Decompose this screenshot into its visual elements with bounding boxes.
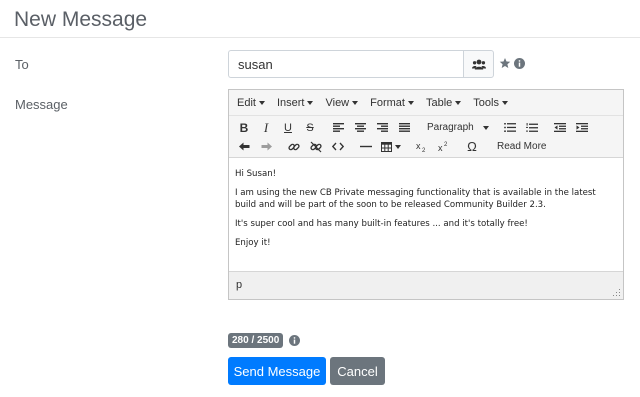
content-paragraph: I am using the new CB Private messaging …: [235, 188, 596, 210]
to-input[interactable]: [228, 50, 463, 78]
to-extras: [499, 57, 525, 69]
insert-link-button[interactable]: [283, 137, 305, 156]
caret-down-icon: [258, 100, 265, 105]
italic-button[interactable]: I: [255, 118, 277, 137]
horizontal-line-button[interactable]: [355, 137, 377, 156]
table-icon: [381, 141, 392, 152]
redo-button[interactable]: [255, 137, 277, 156]
info-icon[interactable]: [514, 57, 525, 69]
editor-content[interactable]: Hi Susan! I am using the new CB Private …: [229, 158, 623, 271]
undo-icon: [238, 142, 249, 151]
superscript-button[interactable]: x2: [433, 137, 455, 156]
outdent-button[interactable]: [549, 118, 571, 137]
content-paragraph: Hi Susan!: [235, 169, 277, 179]
menu-table[interactable]: Table: [421, 97, 466, 109]
superscript-icon: x2: [438, 142, 448, 152]
read-more-button[interactable]: Read More: [489, 137, 554, 156]
caret-down-icon: [483, 125, 489, 130]
align-right-button[interactable]: [371, 118, 393, 137]
toolbar-row-1: B I U S Paragraph: [233, 118, 619, 137]
cancel-button[interactable]: Cancel: [330, 357, 385, 385]
caret-down-icon: [407, 100, 414, 105]
svg-text:x: x: [438, 143, 443, 152]
unlink-icon: [310, 141, 322, 152]
caret-down-icon: [352, 100, 359, 105]
select-connections-button[interactable]: [463, 50, 494, 78]
editor-menubar: Edit Insert View Format Table Tools: [229, 90, 623, 116]
outdent-icon: [554, 123, 566, 132]
numbered-list-icon: [526, 122, 538, 132]
caret-down-icon: [501, 100, 508, 105]
remove-link-button[interactable]: [305, 137, 327, 156]
rich-text-editor: Edit Insert View Format Table Tools B I …: [228, 89, 624, 300]
paragraph-format-select[interactable]: Paragraph: [421, 118, 493, 137]
strikethrough-button[interactable]: S: [299, 118, 321, 137]
element-path[interactable]: p: [236, 279, 242, 291]
code-icon: [332, 142, 344, 151]
indent-button[interactable]: [571, 118, 593, 137]
title-divider: [0, 37, 640, 38]
bold-button[interactable]: B: [233, 118, 255, 137]
editor-statusbar: p: [229, 271, 623, 299]
editor-toolbar: B I U S Paragraph x 2 x 2 Ω Read More: [229, 116, 623, 158]
content-paragraph: It's super cool and has many built-in fe…: [235, 219, 528, 229]
character-counter: 280 / 2500: [228, 333, 301, 348]
send-message-button[interactable]: Send Message: [228, 357, 326, 385]
align-center-icon: [354, 123, 366, 132]
link-icon: [288, 143, 300, 150]
align-justify-button[interactable]: [393, 118, 415, 137]
bullet-list-icon: [504, 123, 516, 132]
page-title: New Message: [14, 8, 148, 31]
source-code-button[interactable]: [327, 137, 349, 156]
table-button[interactable]: [377, 137, 405, 156]
underline-button[interactable]: U: [277, 118, 299, 137]
caret-down-icon: [395, 144, 401, 149]
resize-handle-icon[interactable]: [613, 289, 621, 297]
subscript-icon: x2: [416, 141, 426, 152]
menu-insert[interactable]: Insert: [272, 97, 319, 109]
numbered-list-button[interactable]: [521, 118, 543, 137]
users-icon: [471, 59, 486, 69]
star-icon[interactable]: [499, 57, 511, 69]
to-input-group: [228, 50, 494, 78]
info-icon[interactable]: [289, 335, 301, 346]
svg-text:2: 2: [444, 142, 448, 148]
align-left-icon: [332, 123, 344, 132]
undo-button[interactable]: [233, 137, 255, 156]
svg-text:2: 2: [422, 148, 426, 152]
align-justify-icon: [398, 123, 410, 132]
align-left-button[interactable]: [327, 118, 349, 137]
bullet-list-button[interactable]: [499, 118, 521, 137]
menu-format[interactable]: Format: [365, 97, 419, 109]
caret-down-icon: [455, 100, 462, 105]
toolbar-row-2: x2 x2 Ω Read More: [233, 137, 619, 156]
align-right-icon: [376, 123, 388, 132]
content-paragraph: Enjoy it!: [235, 238, 271, 248]
menu-view[interactable]: View: [320, 97, 363, 109]
align-center-button[interactable]: [349, 118, 371, 137]
indent-icon: [576, 123, 588, 132]
caret-down-icon: [307, 100, 314, 105]
menu-edit[interactable]: Edit: [232, 97, 270, 109]
horizontal-line-icon: [360, 145, 372, 148]
subscript-button[interactable]: x2: [411, 137, 433, 156]
to-label: To: [15, 57, 29, 72]
char-count-badge: 280 / 2500: [228, 333, 284, 348]
menu-tools[interactable]: Tools: [468, 97, 513, 109]
redo-icon: [261, 142, 272, 151]
message-label: Message: [15, 97, 68, 112]
svg-text:x: x: [416, 141, 421, 151]
special-character-button[interactable]: Ω: [461, 137, 483, 156]
